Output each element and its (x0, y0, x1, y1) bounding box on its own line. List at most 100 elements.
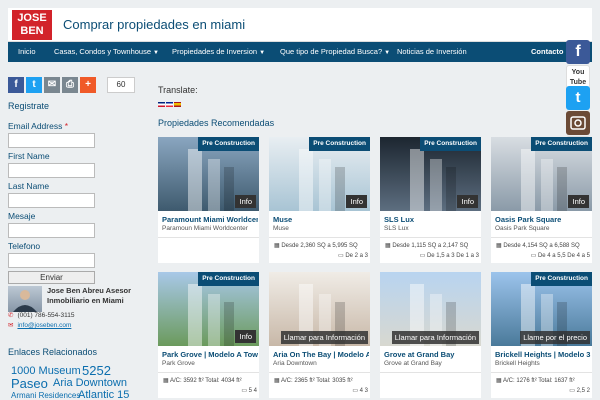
property-subtitle: Aria Downtown (273, 360, 317, 367)
property-name[interactable]: Brickell Heights | Modelo 3 (495, 350, 591, 359)
submit-button[interactable]: Enviar (8, 271, 95, 284)
agent-email[interactable]: ✉ info@joseben.com (8, 321, 71, 329)
call-for-info-button[interactable]: Llamar para Información (280, 331, 368, 344)
call-for-info-button[interactable]: Llamar para Información (391, 331, 479, 344)
property-area: A/C: 2365 ft² Total: 3035 ft² (281, 378, 353, 384)
agent-phone-text: (001) 786-554-3115 (17, 312, 75, 319)
nav-item-noticias[interactable]: Noticias de Inversión (397, 47, 467, 56)
last-name-label: Last Name (8, 181, 50, 191)
info-button[interactable]: Info (235, 330, 256, 343)
tag-link[interactable]: Atlantic 15 (78, 390, 129, 400)
facebook-icon[interactable]: f (8, 77, 24, 93)
area-icon: ▦ (163, 378, 171, 384)
chevron-down-icon: ▼ (153, 50, 159, 56)
nav-label: Noticias de Inversión (397, 47, 467, 56)
area-icon: ▦ (274, 378, 282, 384)
call-for-info-button[interactable]: Llame por el precio (520, 331, 590, 344)
site-header: JOSE BEN Comprar propiedades en miami (8, 8, 592, 42)
property-photo[interactable]: Pre Construction Info (158, 137, 259, 211)
property-area: Desde 1,115 SQ a 2,147 SQ (392, 243, 469, 249)
phone-field[interactable] (8, 253, 95, 268)
logo-line1: JOSE (17, 12, 47, 24)
property-rooms: 5 4 (248, 388, 257, 394)
print-icon[interactable]: ⎙ (62, 77, 78, 93)
tag-link[interactable]: Armani Residences (11, 392, 80, 400)
jose-ben-logo[interactable]: JOSE BEN (12, 10, 52, 40)
email-label: Email Address * (8, 121, 68, 131)
bed-icon: ▭ (569, 388, 577, 394)
logo-line2: BEN (20, 25, 44, 37)
share-glyph: ✉ (47, 79, 57, 90)
last-name-field[interactable] (8, 193, 95, 208)
property-name[interactable]: Muse (273, 215, 369, 224)
nav-label: Contacto (531, 47, 564, 56)
share-glyph: f (14, 79, 18, 90)
nav-label: Que tipo de Propiedad Busca? (280, 47, 383, 56)
property-photo[interactable]: Pre Construction Info (491, 137, 592, 211)
nav-item-contacto[interactable]: Contacto (531, 47, 564, 56)
tag-link[interactable]: Aria Downtown (53, 378, 127, 389)
info-button[interactable]: Info (568, 195, 589, 208)
property-photo[interactable]: Llamar para Información (269, 272, 370, 346)
property-stats (380, 372, 481, 398)
tag-link[interactable]: 5252 (82, 364, 111, 377)
property-area: Desde 2,360 SQ a 5,995 SQ (281, 243, 358, 249)
plus-icon[interactable]: + (80, 77, 96, 93)
property-area: A/C: 3592 ft² Total: 4034 ft² (170, 378, 242, 384)
property-stats: ▦ Desde 1,115 SQ a 2,147 SQ ▭ De 1,5 a 3 … (380, 237, 481, 263)
share-glyph: ⎙ (66, 79, 74, 90)
property-area: A/C: 1276 ft² Total: 1637 ft² (503, 378, 575, 384)
property-rooms: 4 3 (359, 388, 368, 394)
property-name[interactable]: SLS Lux (384, 215, 480, 224)
property-name[interactable]: Grove at Grand Bay (384, 350, 480, 359)
twitter-icon[interactable]: t (26, 77, 42, 93)
property-card[interactable]: Pre Construction Info Oasis Park Square Oas… (491, 137, 592, 263)
message-label: Mesaje (8, 211, 36, 221)
nav-item-casas[interactable]: Casas, Condos y Townhouse ▼ (54, 47, 159, 56)
spanish-flag-icon[interactable] (174, 102, 181, 107)
facebook-icon[interactable]: f (566, 40, 590, 64)
property-photo[interactable]: Pre Construction Info (380, 137, 481, 211)
property-subtitle: Park Grove (162, 360, 195, 367)
property-card[interactable]: Pre Construction Info SLS Lux SLS Lux ▦ Desd… (380, 137, 481, 263)
french-flag-icon[interactable] (166, 102, 173, 107)
person-icon (13, 290, 37, 312)
english-flag-icon[interactable] (158, 102, 165, 107)
email-icon[interactable]: ✉ (44, 77, 60, 93)
info-button[interactable]: Info (346, 195, 367, 208)
info-button[interactable]: Info (457, 195, 478, 208)
first-name-field[interactable] (8, 163, 95, 178)
property-name[interactable]: Park Grove | Modelo A Tower (162, 350, 258, 359)
twitter-icon[interactable]: t (566, 86, 590, 110)
property-photo[interactable]: Llamar para Información (380, 272, 481, 346)
property-stats: ▦ A/C: 3592 ft² Total: 4034 ft² ▭ 5 4 (158, 372, 259, 398)
nav-item-tipo[interactable]: Que tipo de Propiedad Busca? ▼ (280, 47, 390, 56)
property-card[interactable]: Pre Construction Info Muse Muse ▦ Desde 2,36… (269, 137, 370, 263)
property-card[interactable]: Pre Construction Info Paramount Miami Worl… (158, 137, 259, 263)
property-card[interactable]: Llamar para Información Grove at Grand Ba… (380, 272, 481, 398)
nav-item-inversion[interactable]: Propiedades de Inversion ▼ (172, 47, 265, 56)
property-stats (158, 237, 259, 263)
property-name[interactable]: Aria On The Bay | Modelo A (273, 350, 369, 359)
property-card[interactable]: Llamar para Información Aria On The Bay |… (269, 272, 370, 398)
property-name[interactable]: Oasis Park Square (495, 215, 591, 224)
tag-link[interactable]: Paseo (11, 377, 48, 390)
property-photo[interactable]: Pre Construction Info (269, 137, 370, 211)
nav-item-inicio[interactable]: Inicio (18, 47, 36, 56)
property-name[interactable]: Paramount Miami Worldcenter (162, 215, 258, 224)
chevron-down-icon: ▼ (259, 50, 266, 56)
message-field[interactable] (8, 223, 95, 238)
property-card[interactable]: Pre Construction Llame por el precio Brick… (491, 272, 592, 398)
email-field[interactable] (8, 133, 95, 148)
property-rooms: 2,5 2 (576, 388, 590, 394)
property-photo[interactable]: Pre Construction Info (158, 272, 259, 346)
pre-construction-badge: Pre Construction (420, 137, 481, 151)
instagram-icon[interactable] (566, 111, 590, 135)
site-title[interactable]: Comprar propiedades en miami (63, 17, 245, 32)
agent-email-link[interactable]: info@joseben.com (17, 322, 71, 329)
info-button[interactable]: Info (235, 195, 256, 208)
property-rooms: De 4 a 5,5 De 4 a 5 (537, 253, 590, 259)
property-card[interactable]: Pre Construction Info Park Grove | Modelo … (158, 272, 259, 398)
property-photo[interactable]: Pre Construction Llame por el precio (491, 272, 592, 346)
share-glyph: t (32, 79, 36, 90)
